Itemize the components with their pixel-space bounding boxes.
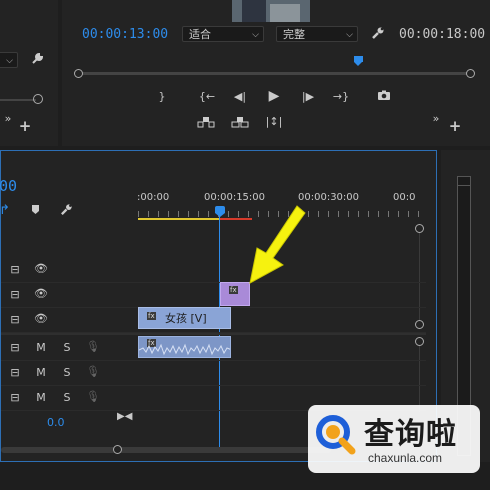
audio-track-header-1: ⊟ M S 🎙 [1, 336, 138, 361]
video-track-header-1: ⊟ 👁 [1, 308, 138, 333]
playhead-handle-tip [215, 213, 225, 217]
search-magnifier-logo-icon [316, 415, 356, 455]
horizontal-scroll-track[interactable] [1, 447, 331, 453]
mute-button[interactable]: M [35, 391, 47, 404]
fit-select-value: 适合 [189, 28, 211, 41]
ruler-label-0: :00:00 [137, 192, 170, 203]
toggle-sync-lock-icon[interactable]: ⊟ [9, 263, 21, 276]
fx-badge: fx [147, 312, 156, 320]
toggle-sync-lock-icon[interactable]: ⊟ [9, 288, 21, 301]
program-duration-timecode: 00:00:18:00 [399, 27, 486, 42]
compare-view-icon[interactable]: |↕| [264, 115, 284, 128]
microphone-icon[interactable]: 🎙 [86, 390, 100, 403]
watermark-brand: 查询啦 [364, 417, 457, 452]
source-scrubber-handle[interactable] [33, 94, 43, 104]
microphone-icon[interactable]: 🎙 [86, 340, 100, 353]
solo-button[interactable]: S [61, 391, 73, 404]
add-button-icon[interactable]: + [18, 117, 32, 135]
source-monitor-panel: ⌵ » + [0, 0, 58, 146]
work-area-bar[interactable] [138, 218, 220, 220]
extract-icon[interactable] [230, 116, 250, 131]
eye-icon[interactable]: 👁 [34, 262, 48, 275]
source-dropdown[interactable]: ⌵ [0, 52, 18, 68]
toggle-sync-lock-icon[interactable]: ⊟ [9, 313, 21, 326]
mute-button[interactable]: M [35, 366, 47, 379]
program-current-timecode[interactable]: 00:00:13:00 [82, 27, 168, 42]
fx-badge: fx [229, 286, 238, 294]
chevron-down-icon: ⌵ [346, 30, 353, 40]
video-track-header-2: ⊟ 👁 [1, 283, 138, 308]
microphone-icon[interactable]: 🎙 [86, 365, 100, 378]
expand-buttons-icon[interactable]: » [2, 112, 14, 125]
ruler-label-3: 00:0 [393, 192, 416, 203]
fit-select[interactable]: 适合 ⌵ [182, 26, 264, 42]
audio-waveform [139, 343, 230, 356]
annotation-arrow [249, 205, 306, 284]
mute-button[interactable]: M [35, 341, 47, 354]
toggle-sync-lock-icon[interactable]: ⊟ [9, 366, 21, 379]
audio-track-lane-2[interactable] [138, 361, 426, 386]
program-video-frame [232, 0, 310, 22]
audio-track-header-3: ⊟ M S 🎙 [1, 386, 138, 411]
go-to-in-icon[interactable]: {← [198, 90, 216, 103]
program-playhead-marker-tip [354, 62, 362, 66]
lift-icon[interactable] [196, 116, 216, 131]
add-marker-icon[interactable] [29, 204, 41, 218]
watermark-url: chaxunla.com [368, 451, 443, 465]
sequence-timecode[interactable]: 00 [0, 177, 17, 195]
toggle-sync-lock-icon[interactable]: ⊟ [9, 341, 21, 354]
audio-track-header-2: ⊟ M S 🎙 [1, 361, 138, 386]
chevron-down-icon: ⌵ [252, 30, 259, 40]
play-icon[interactable]: ▶ [266, 88, 282, 104]
ruler-label-1: 00:00:15:00 [204, 192, 266, 203]
export-frame-camera-icon[interactable] [376, 90, 392, 104]
chevron-down-icon: ⌵ [6, 56, 13, 66]
toggle-sync-lock-icon[interactable]: ⊟ [9, 391, 21, 404]
program-scrubber-right-handle[interactable] [466, 69, 475, 78]
add-button-icon[interactable]: + [448, 117, 462, 135]
timeline-settings-wrench-icon[interactable] [59, 203, 73, 219]
video-scroll-top-handle[interactable] [415, 224, 424, 233]
eye-icon[interactable]: 👁 [34, 312, 48, 325]
video-clip[interactable]: fx 女孩 [V] [138, 307, 231, 329]
wrench-icon[interactable] [30, 52, 44, 68]
step-forward-icon[interactable]: |▶ [300, 90, 316, 103]
video-track-header-3: ⊟ 👁 [1, 258, 138, 283]
quality-select[interactable]: 完整 ⌵ [276, 26, 358, 42]
playhead-handle[interactable] [215, 206, 225, 213]
program-scrubber-track[interactable] [78, 72, 470, 75]
audio-clip[interactable]: fx [138, 336, 231, 358]
quality-select-value: 完整 [283, 28, 305, 41]
watermark: 查询啦 chaxunla.com [308, 405, 480, 473]
go-to-end-icon[interactable]: ▶◀ [117, 411, 132, 422]
horizontal-scroll-handle[interactable] [113, 445, 122, 454]
solo-button[interactable]: S [61, 341, 73, 354]
go-to-out-icon[interactable]: →} [332, 90, 350, 103]
program-scrubber-left-handle[interactable] [74, 69, 83, 78]
video-clip-label: 女孩 [V] [165, 312, 207, 325]
mark-out-icon[interactable]: } [156, 90, 168, 103]
ruler-label-2: 00:00:30:00 [298, 192, 360, 203]
snap-icon[interactable]: ↱ [0, 203, 10, 218]
program-monitor-panel: 00:00:13:00 适合 ⌵ 完整 ⌵ 00:00:18:00 } {← ◀… [62, 0, 490, 146]
solo-button[interactable]: S [61, 366, 73, 379]
eye-icon[interactable]: 👁 [34, 287, 48, 300]
master-volume-value[interactable]: 0.0 [47, 416, 65, 429]
source-scrubber-track[interactable] [0, 99, 36, 101]
expand-buttons-icon[interactable]: » [430, 112, 442, 125]
step-back-icon[interactable]: ◀| [232, 90, 248, 103]
wrench-icon[interactable] [370, 26, 386, 43]
track-divider [1, 333, 426, 335]
